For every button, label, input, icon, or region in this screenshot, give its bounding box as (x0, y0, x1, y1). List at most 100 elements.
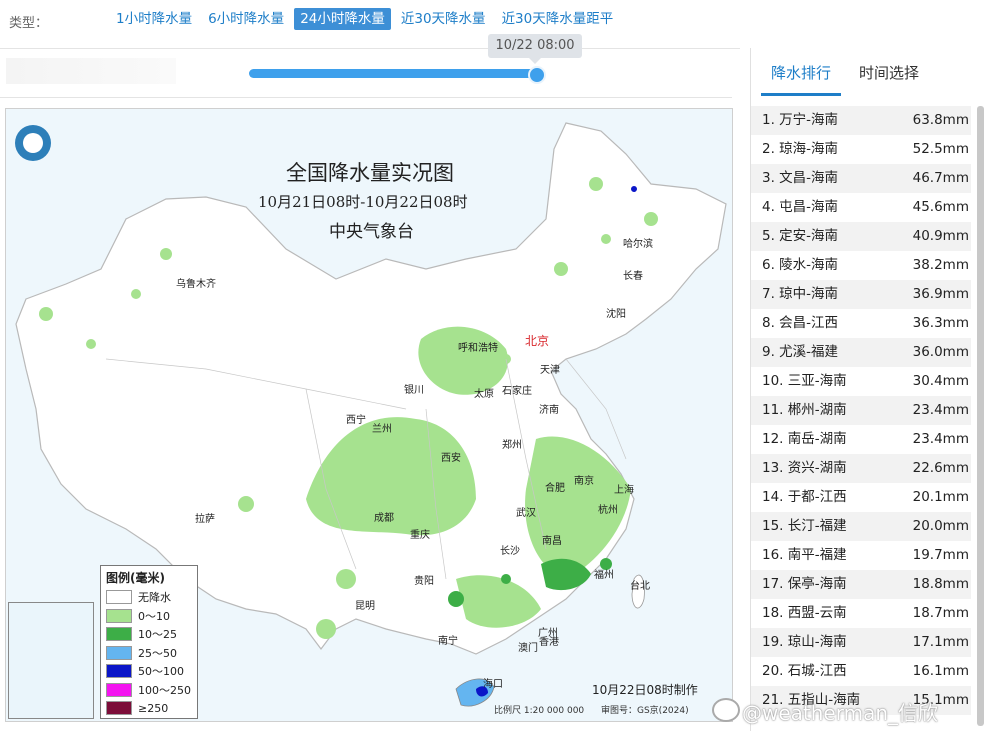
list-item[interactable]: 4. 屯昌-海南 45.6mm (751, 193, 971, 222)
timeline-slider-handle[interactable] (528, 66, 546, 84)
precip-value: 18.8mm (912, 576, 969, 592)
list-item[interactable]: 8. 会昌-江西 36.3mm (751, 309, 971, 338)
precip-value: 20.0mm (912, 518, 969, 534)
legend-item: 0～10 (101, 607, 197, 626)
station-name: 3. 文昌-海南 (762, 170, 839, 186)
tab-6h-precip[interactable]: 6小时降水量 (202, 8, 290, 30)
city-label: 海口 (483, 679, 503, 690)
ranking-scrollbar[interactable] (977, 106, 984, 726)
tab-24h-precip[interactable]: 24小时降水量 (294, 8, 391, 30)
station-name: 12. 南岳-湖南 (762, 431, 847, 447)
list-item[interactable]: 17. 保亭-海南 18.8mm (751, 570, 971, 599)
south-china-sea-inset (8, 602, 94, 719)
list-item[interactable]: 19. 琼山-海南 17.1mm (751, 628, 971, 657)
city-label: 南京 (574, 476, 594, 487)
tab-30d-anomaly[interactable]: 近30天降水量距平 (496, 8, 620, 30)
precip-value: 63.8mm (912, 112, 969, 128)
city-label: 太原 (474, 389, 494, 400)
precip-value: 40.9mm (912, 228, 969, 244)
precip-value: 52.5mm (912, 141, 969, 157)
list-item[interactable]: 3. 文昌-海南 46.7mm (751, 164, 971, 193)
city-label: 济南 (539, 405, 559, 416)
city-label: 杭州 (598, 505, 618, 516)
list-item[interactable]: 1. 万宁-海南 63.8mm (751, 106, 971, 135)
city-label: 澳门 (518, 643, 538, 654)
ranking-panel: 降水排行 时间选择 1. 万宁-海南 63.8mm 2. 琼海-海南 52.5mm … (750, 48, 986, 731)
legend-swatch (106, 682, 132, 697)
map-scale: 比例尺 1:20 000 000 (494, 706, 585, 716)
city-label-beijing: 北京 (525, 334, 550, 348)
station-name: 19. 琼山-海南 (762, 634, 847, 650)
watermark: @weatherman_信欣 (742, 701, 939, 725)
legend-label: 25～50 (138, 646, 177, 660)
city-label: 南宁 (438, 636, 458, 647)
legend-swatch (106, 608, 132, 623)
city-label: 郑州 (502, 440, 522, 451)
legend-swatch (106, 645, 132, 660)
list-item[interactable]: 7. 琼中-海南 36.9mm (751, 280, 971, 309)
list-item[interactable]: 20. 石城-江西 16.1mm (751, 657, 971, 686)
precip-value: 30.4mm (912, 373, 969, 389)
legend-label: 0～10 (138, 609, 170, 623)
station-name: 8. 会昌-江西 (762, 315, 839, 331)
city-label: 香港 (539, 637, 559, 648)
map-subtitle: 10月21日08时-10月22日08时 (258, 193, 468, 211)
precip-value: 36.0mm (912, 344, 969, 360)
city-label: 合肥 (545, 483, 565, 494)
city-label: 上海 (614, 485, 634, 496)
city-label: 石家庄 (502, 386, 532, 397)
type-tabs: 1小时降水量 6小时降水量 24小时降水量 近30天降水量 近30天降水量距平 (110, 8, 619, 30)
list-item[interactable]: 13. 资兴-湖南 22.6mm (751, 454, 971, 483)
city-label: 贵阳 (414, 576, 434, 587)
precip-value: 20.1mm (912, 489, 969, 505)
tab-30d-precip[interactable]: 近30天降水量 (395, 8, 492, 30)
city-label: 昆明 (355, 601, 375, 612)
city-label: 银川 (404, 385, 424, 396)
station-name: 7. 琼中-海南 (762, 286, 839, 302)
city-label: 长沙 (500, 546, 520, 557)
tab-1h-precip[interactable]: 1小时降水量 (110, 8, 198, 30)
legend-label: ≥250 (138, 701, 169, 715)
list-item[interactable]: 9. 尤溪-福建 36.0mm (751, 338, 971, 367)
list-item[interactable]: 2. 琼海-海南 52.5mm (751, 135, 971, 164)
tab-time-select[interactable]: 时间选择 (849, 60, 929, 96)
list-item[interactable]: 14. 于都-江西 20.1mm (751, 483, 971, 512)
list-item[interactable]: 18. 西盟-云南 18.7mm (751, 599, 971, 628)
precip-value: 36.3mm (912, 315, 969, 331)
precip-value: 38.2mm (912, 257, 969, 273)
legend-label: 50～100 (138, 665, 184, 679)
city-label: 西宁 (346, 415, 366, 426)
precip-value: 23.4mm (912, 431, 969, 447)
legend-item: 50～100 (101, 662, 197, 681)
city-label: 天津 (540, 365, 560, 376)
tab-precip-ranking[interactable]: 降水排行 (761, 60, 842, 96)
list-item[interactable]: 6. 陵水-海南 38.2mm (751, 251, 971, 280)
legend-swatch (106, 590, 132, 605)
legend-title: 图例(毫米) (106, 571, 165, 585)
list-item[interactable]: 12. 南岳-湖南 23.4mm (751, 425, 971, 454)
city-label: 兰州 (372, 424, 392, 435)
timeline-slider[interactable] (249, 69, 539, 78)
list-item[interactable]: 16. 南平-福建 19.7mm (751, 541, 971, 570)
divider (0, 48, 740, 49)
list-item[interactable]: 10. 三亚-海南 30.4mm (751, 367, 971, 396)
legend-swatch (106, 627, 132, 642)
city-label: 西安 (441, 453, 461, 464)
precip-value: 19.7mm (912, 547, 969, 563)
station-name: 9. 尤溪-福建 (762, 344, 839, 360)
station-name: 5. 定安-海南 (762, 228, 839, 244)
city-label: 福州 (594, 570, 614, 581)
list-item[interactable]: 11. 郴州-湖南 23.4mm (751, 396, 971, 425)
station-name: 17. 保亭-海南 (762, 576, 847, 592)
list-item[interactable]: 15. 长汀-福建 20.0mm (751, 512, 971, 541)
map-title: 全国降水量实况图 (286, 161, 454, 185)
station-name: 20. 石城-江西 (762, 663, 847, 679)
precip-value: 45.6mm (912, 199, 969, 215)
precip-value: 46.7mm (912, 170, 969, 186)
station-name: 13. 资兴-湖南 (762, 460, 847, 476)
type-label: 类型： (9, 16, 49, 31)
list-item[interactable]: 5. 定安-海南 40.9mm (751, 222, 971, 251)
legend-item: 10～25 (101, 625, 197, 644)
panel-tabs: 降水排行 时间选择 (761, 60, 929, 96)
map-legend: 图例(毫米) 无降水 0～10 10～25 25～50 50～100 100～2… (100, 565, 198, 719)
